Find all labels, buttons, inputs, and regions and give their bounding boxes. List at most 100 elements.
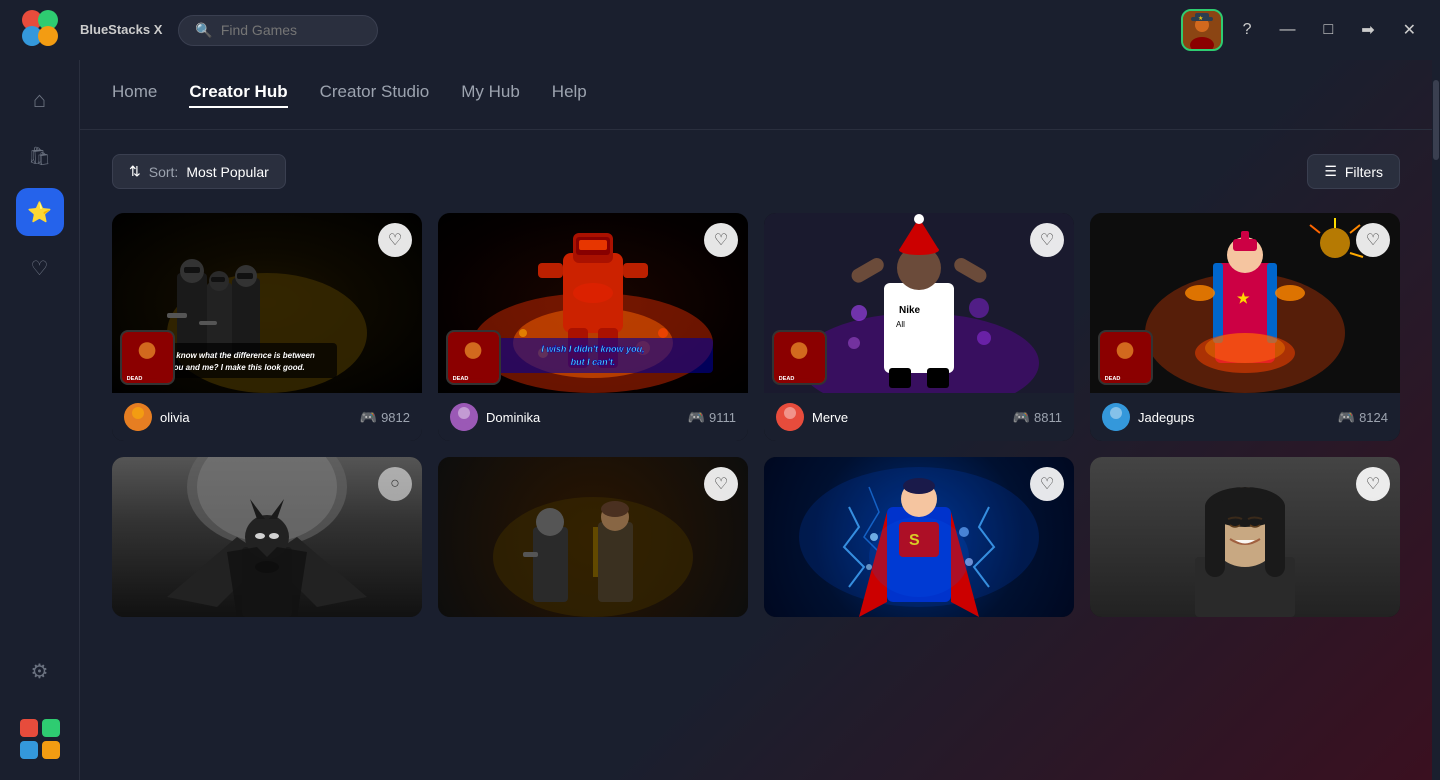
card-2-play-count: 9111: [709, 410, 736, 425]
sidebar-item-favorites[interactable]: ♡: [16, 244, 64, 292]
card-5-artwork: [112, 457, 422, 617]
card-2-thumbnail: DEAD: [446, 330, 501, 385]
search-icon: 🔍: [195, 22, 212, 39]
svg-text:I wish I didn't know you,: I wish I didn't know you,: [541, 344, 644, 354]
card-3-image: Nike All: [764, 213, 1074, 393]
card-5-heart-button[interactable]: ○: [378, 467, 412, 501]
card-3-play-count: 8811: [1034, 410, 1062, 425]
svg-text:DEAD: DEAD: [779, 376, 795, 382]
sidebar-item-settings[interactable]: ⚙: [16, 647, 64, 695]
card-1-thumbnail: DEAD: [120, 330, 175, 385]
cards-grid: You know what the difference is between …: [112, 213, 1400, 617]
gamepad-icon-3: 🎮: [1013, 409, 1030, 426]
search-input[interactable]: [221, 22, 361, 38]
card-8[interactable]: ♡: [1090, 457, 1400, 617]
maximize-icon: □: [1324, 21, 1334, 39]
card-2-user-avatar: [450, 403, 478, 431]
card-7-artwork: S: [764, 457, 1074, 617]
card-7-heart-button[interactable]: ♡: [1030, 467, 1064, 501]
card-3-user-avatar: [776, 403, 804, 431]
svg-text:DEAD: DEAD: [127, 376, 143, 382]
scrollbar-thumb[interactable]: [1433, 80, 1439, 160]
card-6[interactable]: ♡: [438, 457, 748, 617]
tab-my-hub[interactable]: My Hub: [461, 82, 520, 108]
close-button[interactable]: ✕: [1395, 16, 1424, 44]
minimize-icon: —: [1280, 21, 1296, 39]
card-7[interactable]: S ♡: [764, 457, 1074, 617]
sort-label: Sort:: [149, 164, 179, 180]
app-logo: [16, 4, 64, 57]
card-8-heart-button[interactable]: ♡: [1356, 467, 1390, 501]
card-1-heart-button[interactable]: ♡: [378, 223, 412, 257]
card-1-username: olivia: [160, 410, 190, 425]
card-2-heart-button[interactable]: ♡: [704, 223, 738, 257]
card-3-plays: 🎮 8811: [1013, 409, 1062, 426]
content-body: ⇅ Sort: Most Popular ☰ Filters: [80, 130, 1432, 780]
gamepad-icon-4: 🎮: [1338, 409, 1355, 426]
filters-button[interactable]: ☰ Filters: [1307, 154, 1400, 189]
close-icon: ✕: [1403, 20, 1416, 40]
titlebar-left: BlueStacks X 🔍: [16, 4, 378, 57]
main-layout: ⌂ 🛍 ⭐ ♡ ⚙ Home Creator Hub: [0, 60, 1440, 780]
card-3-info: Merve 🎮 8811: [764, 393, 1074, 441]
card-4-user-avatar: [1102, 403, 1130, 431]
titlebar-right: ★ ? — □ ➡ ✕: [1181, 9, 1424, 51]
tab-home[interactable]: Home: [112, 82, 157, 108]
tab-creator-hub[interactable]: Creator Hub: [189, 82, 287, 108]
sidebar: ⌂ 🛍 ⭐ ♡ ⚙: [0, 60, 80, 780]
card-4[interactable]: ★: [1090, 213, 1400, 441]
svg-text:Nike: Nike: [899, 305, 921, 316]
card-3-heart-button[interactable]: ♡: [1030, 223, 1064, 257]
card-3[interactable]: Nike All: [764, 213, 1074, 441]
svg-text:All: All: [896, 320, 905, 329]
tab-creator-studio[interactable]: Creator Studio: [320, 82, 430, 108]
search-bar[interactable]: 🔍: [178, 15, 378, 46]
forward-button[interactable]: ➡: [1353, 16, 1382, 44]
card-8-image: ♡: [1090, 457, 1400, 617]
help-button[interactable]: ?: [1235, 17, 1260, 43]
card-6-image: ♡: [438, 457, 748, 617]
card-1-image: You know what the difference is between …: [112, 213, 422, 393]
minimize-button[interactable]: —: [1272, 17, 1304, 43]
card-2-user: Dominika: [450, 403, 540, 431]
sidebar-item-creator[interactable]: ⭐: [16, 188, 64, 236]
svg-text:You know what the difference i: You know what the difference is between: [159, 351, 315, 360]
tab-help[interactable]: Help: [552, 82, 587, 108]
card-1[interactable]: You know what the difference is between …: [112, 213, 422, 441]
card-8-artwork: [1090, 457, 1400, 617]
card-1-play-count: 9812: [381, 410, 410, 425]
card-1-plays: 🎮 9812: [360, 409, 410, 426]
scrollbar[interactable]: [1432, 60, 1440, 780]
card-1-info: olivia 🎮 9812: [112, 393, 422, 441]
sort-value: Most Popular: [186, 164, 268, 180]
card-2[interactable]: I wish I didn't know you, but I can't. ♡…: [438, 213, 748, 441]
home-icon: ⌂: [33, 87, 46, 113]
card-1-user-avatar: [124, 403, 152, 431]
card-4-user: Jadegups: [1102, 403, 1194, 431]
card-2-thumb-art: DEAD: [448, 330, 499, 385]
nav-tabs: Home Creator Hub Creator Studio My Hub H…: [80, 60, 1432, 130]
card-4-username: Jadegups: [1138, 410, 1194, 425]
shop-icon: 🛍: [28, 146, 51, 167]
card-5-image: ○: [112, 457, 422, 617]
card-4-heart-button[interactable]: ♡: [1356, 223, 1390, 257]
svg-text:you and me? I make this look g: you and me? I make this look good.: [168, 363, 305, 372]
maximize-button[interactable]: □: [1316, 17, 1342, 43]
app-name: BlueStacks X: [80, 22, 162, 38]
card-6-heart-button[interactable]: ♡: [704, 467, 738, 501]
bluestacks-logo-bottom: [20, 719, 60, 764]
avatar[interactable]: ★: [1181, 9, 1223, 51]
card-5[interactable]: ○: [112, 457, 422, 617]
sort-button[interactable]: ⇅ Sort: Most Popular: [112, 154, 286, 189]
heart-icon: ♡: [31, 256, 49, 281]
card-4-thumb-art: DEAD: [1100, 330, 1151, 385]
sort-arrows-icon: ⇅: [129, 163, 141, 180]
sidebar-item-shop[interactable]: 🛍: [16, 132, 64, 180]
card-4-play-count: 8124: [1359, 410, 1388, 425]
card-3-user: Merve: [776, 403, 848, 431]
svg-text:★: ★: [1198, 15, 1203, 22]
settings-icon: ⚙: [31, 659, 49, 684]
sidebar-item-home[interactable]: ⌂: [16, 76, 64, 124]
gamepad-icon-2: 🎮: [688, 409, 705, 426]
gamepad-icon-1: 🎮: [360, 409, 377, 426]
